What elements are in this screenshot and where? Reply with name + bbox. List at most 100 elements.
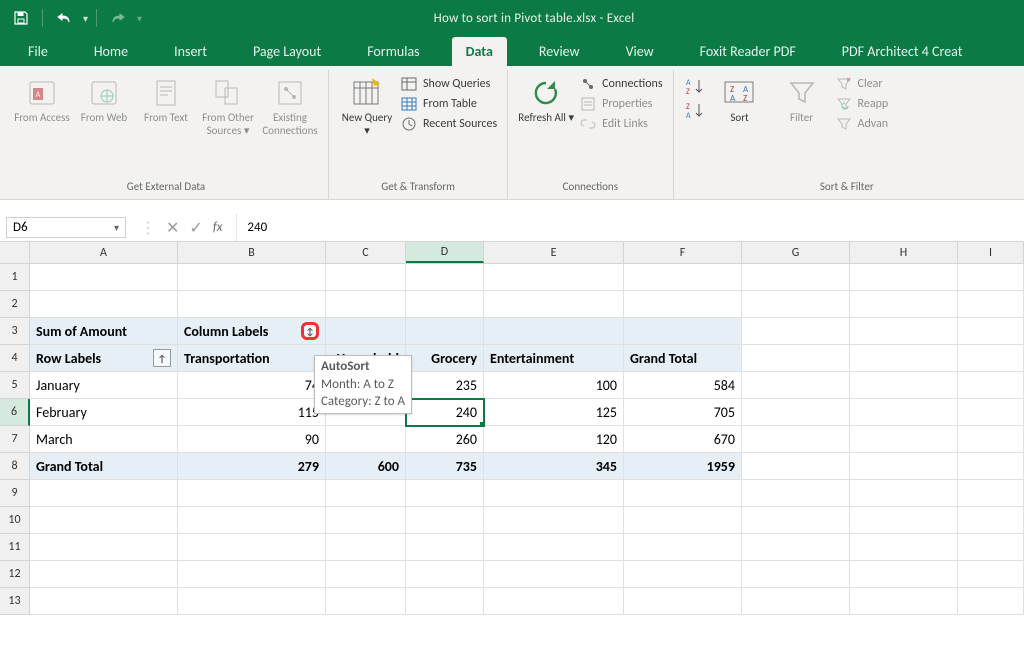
- reapply-button[interactable]: Reapp: [836, 96, 889, 112]
- cell[interactable]: [484, 291, 624, 318]
- cell[interactable]: [30, 480, 178, 507]
- col-header-e[interactable]: E: [484, 242, 624, 263]
- undo-dropdown-icon[interactable]: ▾: [83, 12, 88, 25]
- cell[interactable]: [850, 480, 958, 507]
- selected-cell[interactable]: 240: [406, 399, 484, 426]
- pivot-value[interactable]: 705: [624, 399, 742, 426]
- formula-input[interactable]: 240: [236, 214, 1024, 241]
- pivot-value[interactable]: 74: [178, 372, 326, 399]
- new-query-button[interactable]: New Query ▾: [339, 72, 395, 137]
- tab-view[interactable]: View: [612, 37, 668, 66]
- cell[interactable]: [742, 561, 850, 588]
- pivot-value[interactable]: 90: [178, 426, 326, 453]
- filter-button[interactable]: Filter: [774, 72, 830, 125]
- name-box[interactable]: D6▾: [6, 217, 126, 238]
- pivot-value[interactable]: 235: [406, 372, 484, 399]
- cell[interactable]: [742, 399, 850, 426]
- cell[interactable]: [850, 453, 958, 480]
- pivot-col-header[interactable]: Entertainment: [484, 345, 624, 372]
- cell[interactable]: [326, 264, 406, 291]
- cell[interactable]: [406, 291, 484, 318]
- cell[interactable]: [624, 561, 742, 588]
- pivot-grand-label[interactable]: Grand Total: [30, 453, 178, 480]
- pivot-row-name[interactable]: March: [30, 426, 178, 453]
- cell[interactable]: [326, 507, 406, 534]
- redo-button[interactable]: [105, 5, 131, 31]
- cell[interactable]: [178, 264, 326, 291]
- cell[interactable]: [30, 561, 178, 588]
- tab-data[interactable]: Data: [452, 37, 507, 66]
- fx-icon[interactable]: fx: [213, 220, 223, 235]
- row-header[interactable]: 5: [0, 372, 30, 399]
- col-header-d[interactable]: D: [406, 242, 484, 263]
- column-labels-filter-icon[interactable]: ↕: [301, 322, 319, 340]
- save-button[interactable]: [8, 5, 34, 31]
- cell[interactable]: [178, 480, 326, 507]
- row-labels-filter-icon[interactable]: ↑: [153, 349, 171, 367]
- sort-button[interactable]: ZAAZSort: [712, 72, 768, 125]
- pivot-row-labels[interactable]: Row Labels↑: [30, 345, 178, 372]
- from-web-button[interactable]: From Web: [76, 72, 132, 125]
- pivot-value[interactable]: 115: [178, 399, 326, 426]
- cell[interactable]: [326, 480, 406, 507]
- show-queries-button[interactable]: Show Queries: [401, 76, 497, 92]
- row-header[interactable]: 6: [0, 399, 30, 426]
- pivot-value[interactable]: 120: [484, 426, 624, 453]
- cell[interactable]: [178, 588, 326, 615]
- cell[interactable]: [958, 588, 1024, 615]
- pivot-col-header[interactable]: Transportation: [178, 345, 326, 372]
- tab-insert[interactable]: Insert: [160, 37, 221, 66]
- cell[interactable]: [406, 561, 484, 588]
- pivot-sum-label[interactable]: Sum of Amount: [30, 318, 178, 345]
- cell[interactable]: [406, 534, 484, 561]
- cell[interactable]: [484, 480, 624, 507]
- cell[interactable]: [850, 345, 958, 372]
- enter-icon[interactable]: ✓: [189, 218, 202, 238]
- cell[interactable]: [484, 534, 624, 561]
- tab-page-layout[interactable]: Page Layout: [239, 37, 335, 66]
- cell[interactable]: [958, 264, 1024, 291]
- pivot-value[interactable]: 100: [484, 372, 624, 399]
- cell[interactable]: [326, 588, 406, 615]
- cell[interactable]: [958, 534, 1024, 561]
- cell[interactable]: [406, 480, 484, 507]
- chevron-down-icon[interactable]: ▾: [114, 221, 119, 234]
- cell[interactable]: [958, 372, 1024, 399]
- pivot-value[interactable]: 260: [406, 426, 484, 453]
- recent-sources-button[interactable]: Recent Sources: [401, 116, 497, 132]
- cell[interactable]: [484, 588, 624, 615]
- cell[interactable]: [742, 426, 850, 453]
- pivot-value[interactable]: 125: [484, 399, 624, 426]
- row-header[interactable]: 4: [0, 345, 30, 372]
- cell[interactable]: [406, 264, 484, 291]
- cell[interactable]: [178, 291, 326, 318]
- pivot-value[interactable]: [326, 426, 406, 453]
- pivot-row-name[interactable]: February: [30, 399, 178, 426]
- redo-dropdown-icon[interactable]: ▾: [137, 12, 142, 25]
- row-header[interactable]: 9: [0, 480, 30, 507]
- refresh-all-button[interactable]: Refresh All ▾: [518, 72, 574, 125]
- cell[interactable]: [958, 291, 1024, 318]
- cell[interactable]: [178, 534, 326, 561]
- row-header[interactable]: 12: [0, 561, 30, 588]
- sort-za-button[interactable]: ZA: [684, 100, 706, 122]
- sort-az-button[interactable]: AZ: [684, 76, 706, 98]
- cell[interactable]: [742, 291, 850, 318]
- cell[interactable]: [624, 588, 742, 615]
- tab-pdf-architect[interactable]: PDF Architect 4 Creat: [828, 37, 977, 66]
- cell[interactable]: [326, 534, 406, 561]
- cell[interactable]: [958, 318, 1024, 345]
- cell[interactable]: [406, 507, 484, 534]
- cell[interactable]: [742, 588, 850, 615]
- cell[interactable]: [406, 588, 484, 615]
- cell[interactable]: [624, 291, 742, 318]
- pivot-col-header[interactable]: Grand Total: [624, 345, 742, 372]
- cell[interactable]: [484, 507, 624, 534]
- cell[interactable]: [326, 318, 406, 345]
- cell[interactable]: [850, 561, 958, 588]
- pivot-value[interactable]: 584: [624, 372, 742, 399]
- cell[interactable]: [484, 318, 624, 345]
- tab-formulas[interactable]: Formulas: [353, 37, 433, 66]
- col-header-i[interactable]: I: [958, 242, 1024, 263]
- cell[interactable]: [742, 480, 850, 507]
